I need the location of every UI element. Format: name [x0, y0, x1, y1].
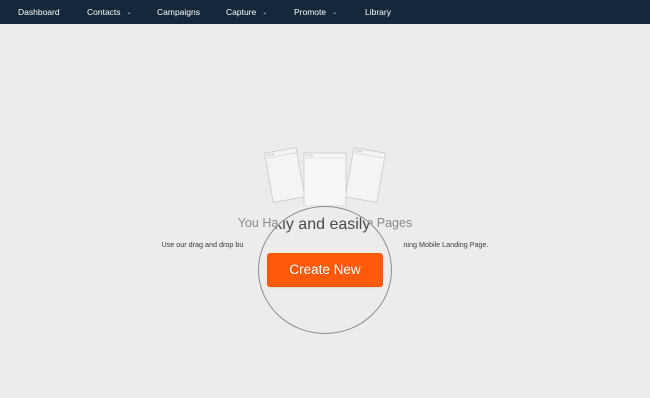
top-nav-bar: Dashboard Contacts ⌄ Campaigns Capture ⌄ P…: [0, 0, 650, 24]
nav-item-promote[interactable]: Promote ⌄: [294, 0, 337, 24]
nav-item-capture[interactable]: Capture ⌄: [226, 0, 267, 24]
page-sketch-right: [344, 147, 386, 203]
page-sketch-center: [303, 152, 347, 206]
nav-item-label: Dashboard: [18, 7, 60, 17]
magnified-title: ckly and easily b: [266, 216, 384, 233]
nav-item-campaigns[interactable]: Campaigns: [157, 0, 200, 24]
chevron-down-icon: ⌄: [126, 10, 132, 16]
empty-state-description-left: Use our drag and drop bu: [161, 240, 244, 249]
nav-item-library[interactable]: Library: [365, 0, 391, 24]
nav-item-label: Campaigns: [157, 7, 200, 17]
nav-item-label: Library: [365, 7, 391, 17]
nav-item-dashboard[interactable]: Dashboard: [18, 0, 60, 24]
empty-state-description-right: ning Mobile Landing Page.: [403, 240, 489, 249]
landing-page-templates-illustration: [264, 147, 386, 206]
chevron-down-icon: ⌄: [262, 10, 268, 16]
chevron-down-icon: ⌄: [332, 10, 338, 16]
nav-item-label: Promote: [294, 7, 327, 17]
nav-item-label: Capture: [226, 7, 257, 17]
nav-item-contacts[interactable]: Contacts ⌄: [87, 0, 132, 24]
nav-item-label: Contacts: [87, 7, 121, 17]
magnifier-lens: ckly and easily b Create New: [258, 206, 392, 334]
create-new-button[interactable]: Create New: [267, 253, 383, 287]
page-sketch-left: [264, 147, 306, 203]
